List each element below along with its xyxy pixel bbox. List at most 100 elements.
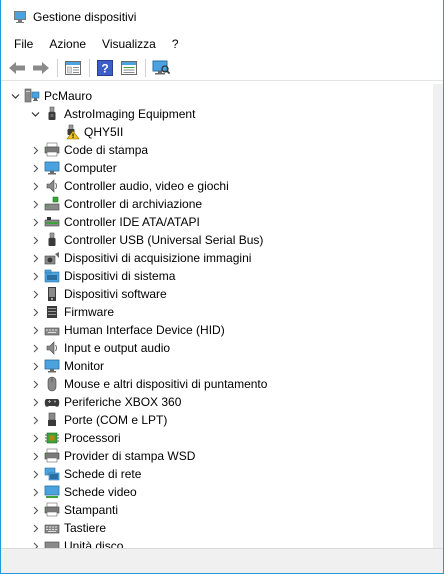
- expand-chevron-icon[interactable]: [29, 375, 41, 393]
- expand-chevron-icon[interactable]: [29, 519, 41, 537]
- scan-hardware-icon: [152, 60, 170, 74]
- tree-node-category[interactable]: Dispositivi di sistema: [29, 267, 175, 285]
- expand-chevron-icon[interactable]: [29, 231, 41, 249]
- collapse-chevron-icon[interactable]: [29, 105, 41, 123]
- expand-chevron-icon[interactable]: [29, 141, 41, 159]
- warning-device-icon: [63, 124, 81, 140]
- storage-controller-icon: [43, 196, 61, 212]
- menu-bar: File Azione Visualizza ?: [1, 33, 443, 55]
- help-icon: ?: [97, 59, 113, 76]
- expand-chevron-icon[interactable]: [29, 465, 41, 483]
- expand-chevron-icon[interactable]: [29, 429, 41, 447]
- menu-help[interactable]: ?: [164, 37, 187, 51]
- tree-node-category[interactable]: Human Interface Device (HID): [29, 321, 225, 339]
- category-label: Processori: [64, 431, 121, 445]
- gamepad-icon: [43, 394, 61, 410]
- back-arrow-icon: [9, 61, 25, 74]
- back-button[interactable]: [6, 57, 28, 79]
- tree-node-category[interactable]: Computer: [29, 159, 117, 177]
- expand-chevron-icon[interactable]: [29, 303, 41, 321]
- category-label: Monitor: [64, 359, 105, 373]
- expand-chevron-icon[interactable]: [29, 537, 41, 548]
- vertical-scrollbar[interactable]: [433, 84, 443, 548]
- expand-chevron-icon[interactable]: [29, 249, 41, 267]
- tree-node-category[interactable]: Controller IDE ATA/ATAPI: [29, 213, 200, 231]
- tree-node-category[interactable]: Mouse e altri dispositivi di puntamento: [29, 375, 267, 393]
- tree-node-category[interactable]: Tastiere: [29, 519, 106, 537]
- tree-node-astroimaging[interactable]: AstroImaging Equipment: [29, 105, 195, 123]
- expand-chevron-icon[interactable]: [29, 483, 41, 501]
- tree-node-category[interactable]: Code di stampa: [29, 141, 148, 159]
- expand-chevron-icon[interactable]: [29, 267, 41, 285]
- monitor-icon: [43, 160, 61, 176]
- expand-chevron-icon[interactable]: [29, 339, 41, 357]
- tree-node-category[interactable]: Dispositivi software: [29, 285, 167, 303]
- tree-node-category[interactable]: Stampanti: [29, 501, 118, 519]
- tree-node-category[interactable]: Monitor: [29, 357, 104, 375]
- printer-icon: [43, 448, 61, 464]
- category-label: Computer: [64, 161, 117, 175]
- tree-node-category[interactable]: Firmware: [29, 303, 114, 321]
- title-bar[interactable]: Gestione dispositivi: [1, 0, 443, 33]
- scan-hardware-button[interactable]: [150, 57, 172, 79]
- menu-visualizza[interactable]: Visualizza: [94, 37, 164, 51]
- expand-chevron-icon[interactable]: [29, 411, 41, 429]
- category-label: Schede di rete: [64, 467, 142, 481]
- details-view-button[interactable]: [118, 57, 140, 79]
- expand-chevron-icon[interactable]: [29, 321, 41, 339]
- category-label: Code di stampa: [64, 143, 149, 157]
- usb-icon: [43, 232, 61, 248]
- toolbar: ?: [1, 55, 443, 81]
- tree-node-category[interactable]: Controller di archiviazione: [29, 195, 202, 213]
- expand-chevron-icon[interactable]: [29, 159, 41, 177]
- usb-device-icon: [43, 106, 61, 122]
- tree-node-root[interactable]: PcMauro: [9, 87, 92, 105]
- tree-node-category[interactable]: Controller audio, video e giochi: [29, 177, 229, 195]
- collapse-chevron-icon[interactable]: [9, 87, 21, 105]
- expand-chevron-icon[interactable]: [29, 393, 41, 411]
- help-button[interactable]: ?: [94, 57, 116, 79]
- expand-chevron-icon[interactable]: [29, 447, 41, 465]
- category-label: Periferiche XBOX 360: [64, 395, 182, 409]
- expand-chevron-icon[interactable]: [29, 213, 41, 231]
- expand-chevron-icon[interactable]: [29, 195, 41, 213]
- category-label: Controller USB (Universal Serial Bus): [64, 233, 264, 247]
- category-label: Provider di stampa WSD: [64, 449, 196, 463]
- menu-file[interactable]: File: [6, 37, 41, 51]
- expand-chevron-icon[interactable]: [29, 285, 41, 303]
- tree-node-category[interactable]: Provider di stampa WSD: [29, 447, 195, 465]
- tree-node-category[interactable]: Unità disco: [29, 537, 123, 548]
- astro-group-label: AstroImaging Equipment: [64, 107, 196, 121]
- tree-node-category[interactable]: Periferiche XBOX 360: [29, 393, 181, 411]
- tree-node-category[interactable]: Dispositivi di acquisizione immagini: [29, 249, 251, 267]
- tree-node-category[interactable]: Schede di rete: [29, 465, 141, 483]
- category-label: Controller IDE ATA/ATAPI: [64, 215, 200, 229]
- device-tree[interactable]: PcMauro AstroImaging Equipment QHY5II Co…: [1, 84, 433, 548]
- expand-chevron-icon[interactable]: [29, 357, 41, 375]
- category-label: Stampanti: [64, 503, 119, 517]
- category-label: Unità disco: [64, 539, 124, 548]
- display-adapter-icon: [43, 484, 61, 500]
- menu-azione[interactable]: Azione: [41, 37, 94, 51]
- ide-controller-icon: [43, 214, 61, 230]
- forward-button[interactable]: [30, 57, 52, 79]
- tree-node-category[interactable]: Schede video: [29, 483, 137, 501]
- monitor-icon: [43, 358, 61, 374]
- processor-icon: [43, 430, 61, 446]
- tree-node-category[interactable]: Processori: [29, 429, 121, 447]
- svg-text:?: ?: [101, 61, 108, 75]
- tree-node-category[interactable]: Input e output audio: [29, 339, 170, 357]
- category-label: Mouse e altri dispositivi di puntamento: [64, 377, 268, 391]
- expand-chevron-icon[interactable]: [29, 177, 41, 195]
- category-label: Controller di archiviazione: [64, 197, 203, 211]
- properties-view-button[interactable]: [62, 57, 84, 79]
- camera-icon: [43, 250, 61, 266]
- tree-node-qhy5ii[interactable]: QHY5II: [63, 123, 123, 141]
- tree-node-category[interactable]: Porte (COM e LPT): [29, 411, 167, 429]
- speaker-icon: [43, 340, 61, 356]
- tree-node-category[interactable]: Controller USB (Universal Serial Bus): [29, 231, 263, 249]
- expand-chevron-icon[interactable]: [29, 501, 41, 519]
- speaker-icon: [43, 178, 61, 194]
- hid-icon: [43, 322, 61, 338]
- status-bar: [1, 548, 443, 573]
